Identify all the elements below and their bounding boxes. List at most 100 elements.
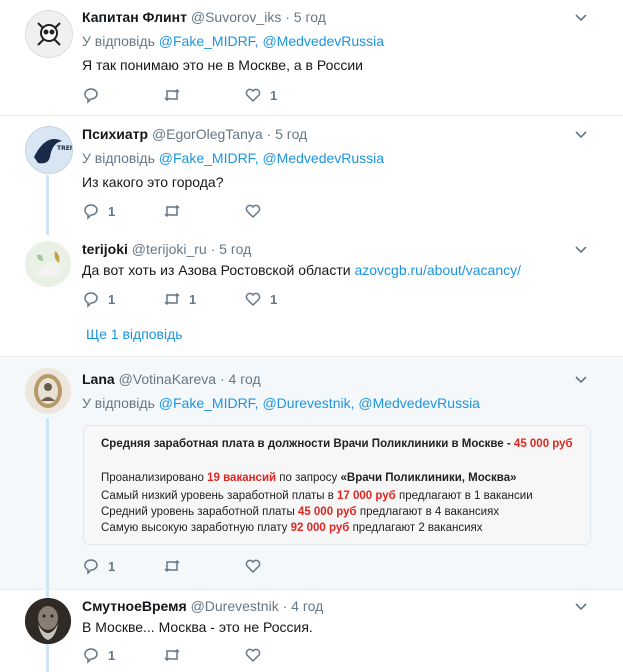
tweet-content: Психиатр @EgorOlegTanya · 5 год У відпов…: [82, 125, 613, 192]
reply-count: 1: [108, 291, 116, 307]
tweet-header: Психиатр @EgorOlegTanya · 5 год: [82, 125, 613, 143]
tweet-text: В Москве... Москва - это не Россия.: [82, 619, 313, 635]
avatar[interactable]: [25, 241, 71, 287]
avatar[interactable]: [25, 598, 71, 644]
reply-count: 1: [108, 647, 116, 663]
timestamp[interactable]: · 5 год: [285, 9, 326, 25]
author-name[interactable]: Капитан Флинт: [82, 9, 187, 25]
reply-mentions[interactable]: @Fake_MIDRF, @MedvedevRussia: [159, 150, 384, 166]
tweet-content: Lana @VotinaKareva · 4 год У відповідь @…: [82, 370, 613, 412]
reply-button[interactable]: 1: [82, 646, 115, 664]
retweet-icon: [164, 88, 180, 102]
reply-icon: [84, 88, 98, 104]
image-text: предлагают в 1 вакансии: [398, 490, 533, 502]
image-text: Проанализировано: [101, 472, 204, 484]
like-button[interactable]: 1: [244, 86, 277, 104]
reply-mentions[interactable]: @Fake_MIDRF, @Durevestnik, @MedvedevRuss…: [159, 395, 480, 411]
author-name[interactable]: Психиатр: [82, 126, 148, 142]
divider: [0, 115, 623, 116]
retweet-icon: [164, 559, 180, 573]
image-text: предлагают 2 вакансиях: [352, 522, 483, 534]
reply-count: 1: [108, 558, 116, 574]
reply-prefix: У відповідь: [82, 395, 155, 411]
author-handle[interactable]: @EgorOlegTanya: [152, 126, 263, 142]
tweet-content: Капитан Флинт @Suvorov_iks · 5 год У від…: [82, 8, 613, 75]
chevron-down-icon[interactable]: [575, 374, 587, 386]
author-handle[interactable]: @terijoki_ru: [132, 241, 207, 257]
reply-button[interactable]: 1: [82, 290, 115, 308]
retweet-button[interactable]: [163, 557, 189, 575]
author-handle[interactable]: @VotinaKareva: [119, 371, 217, 387]
image-title-text: Средняя заработная плата в должности Вра…: [101, 438, 511, 450]
image-highlight: 45 000 руб: [297, 506, 357, 518]
attached-image[interactable]: Средняя заработная плата в должности Вра…: [83, 425, 591, 545]
tweet-header: СмутноеВремя @Durevestnik · 4 год: [82, 597, 613, 615]
tweet-text: Я так понимаю это не в Москве, а в Росси…: [82, 57, 364, 73]
author-name[interactable]: terijoki: [82, 241, 128, 257]
reply-context: У відповідь @Fake_MIDRF, @Durevestnik, @…: [82, 394, 613, 412]
like-count: 1: [270, 87, 278, 103]
author-handle[interactable]: @Suvorov_iks: [191, 9, 281, 25]
like-count: 1: [270, 291, 278, 307]
image-highlight: 92 000 руб: [290, 522, 350, 534]
reply-button[interactable]: 1: [82, 557, 115, 575]
reply-mentions[interactable]: @Fake_MIDRF, @MedvedevRussia: [159, 33, 384, 49]
reply-prefix: У відповідь: [82, 33, 155, 49]
heart-icon: [245, 648, 261, 663]
reply-context: У відповідь @Fake_MIDRF, @MedvedevRussia: [82, 32, 613, 50]
chevron-down-icon[interactable]: [575, 244, 587, 256]
retweet-button[interactable]: [163, 86, 189, 104]
image-line: Средний уровень заработной платы 45 000 …: [101, 506, 499, 518]
image-text: по запросу: [279, 472, 338, 484]
like-button[interactable]: [244, 557, 270, 575]
retweet-button[interactable]: [163, 202, 189, 220]
like-button[interactable]: [244, 646, 270, 664]
tweet-link[interactable]: azovcgb.ru/about/vacancy/: [354, 262, 521, 278]
reply-icon: [84, 559, 98, 575]
image-highlight: 19 вакансий: [207, 472, 277, 484]
reply-prefix: У відповідь: [82, 150, 155, 166]
chevron-down-icon[interactable]: [575, 129, 587, 141]
show-more-replies-link[interactable]: Ще 1 відповідь: [86, 326, 183, 342]
heart-icon: [245, 204, 261, 219]
divider: [0, 589, 623, 590]
avatar[interactable]: [25, 10, 73, 58]
image-line: Самую высокую заработную плату 92 000 ру…: [101, 522, 482, 534]
image-text: Средний уровень заработной платы: [101, 506, 295, 518]
image-text: «Врачи Поликлиники, Москва»: [340, 472, 517, 484]
like-button[interactable]: [244, 202, 270, 220]
reply-button[interactable]: [82, 86, 108, 104]
image-text: Самый низкий уровень заработной платы в: [101, 490, 334, 502]
retweet-icon: [164, 648, 180, 662]
reply-context: У відповідь @Fake_MIDRF, @MedvedevRussia: [82, 149, 613, 167]
avatar[interactable]: [25, 368, 71, 414]
image-highlight: 17 000 руб: [337, 490, 396, 502]
tweet-text: Да вот хоть из Азова Ростовской области …: [82, 261, 613, 280]
timestamp[interactable]: · 5 год: [267, 126, 308, 142]
retweet-button[interactable]: 1: [163, 290, 196, 308]
timestamp[interactable]: · 4 год: [220, 371, 261, 387]
avatar[interactable]: TREME: [25, 126, 73, 174]
author-name[interactable]: Lana: [82, 371, 115, 387]
chevron-down-icon[interactable]: [575, 12, 587, 24]
author-name[interactable]: СмутноеВремя: [82, 598, 187, 614]
retweet-icon: [164, 204, 180, 218]
author-handle[interactable]: @Durevestnik: [191, 598, 279, 614]
retweet-button[interactable]: [163, 646, 189, 664]
image-text: предлагают в 4 вакансиях: [359, 506, 500, 518]
heart-icon: [245, 88, 261, 103]
reply-button[interactable]: 1: [82, 202, 115, 220]
like-button[interactable]: 1: [244, 290, 277, 308]
retweet-count: 1: [189, 291, 197, 307]
image-line: Проанализировано 19 вакансий по запросу …: [101, 472, 517, 484]
tweet-header: Капитан Флинт @Suvorov_iks · 5 год: [82, 8, 613, 26]
chevron-down-icon[interactable]: [575, 601, 587, 613]
image-line: Самый низкий уровень заработной платы в …: [101, 490, 533, 502]
thread-line: [46, 175, 49, 235]
image-text: Самую высокую заработную плату: [101, 522, 288, 534]
reply-icon: [84, 292, 98, 308]
timestamp[interactable]: · 4 год: [283, 598, 324, 614]
tweet-content: СмутноеВремя @Durevestnik · 4 год В Моск…: [82, 597, 613, 637]
retweet-icon: [164, 292, 180, 306]
timestamp[interactable]: · 5 год: [211, 241, 252, 257]
